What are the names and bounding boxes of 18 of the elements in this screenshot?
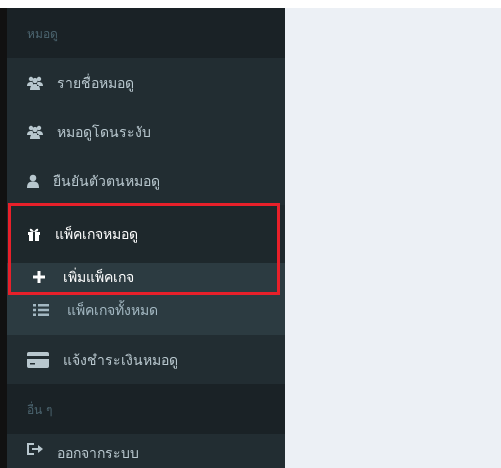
menu-item[interactable]: ยืนยันตัวตนหมอดู xyxy=(7,156,285,205)
submenu-item[interactable]: แพ็คเกจทั้งหมด xyxy=(7,290,285,335)
menu-item[interactable]: ออกจากระบบ xyxy=(7,434,285,468)
submenu-label: เพิ่มแพ็คเกจ xyxy=(63,266,134,288)
menu-label: ออกจากระบบ xyxy=(57,445,139,464)
menu-item[interactable]: หมอดูโดนระงับ xyxy=(7,107,285,156)
menu-item[interactable]: รายชื่อหมอดู xyxy=(7,58,285,107)
menu-label: แพ็คเกจหมอดู xyxy=(55,224,138,245)
menu-label: หมอดูโดนระงับ xyxy=(57,124,151,142)
section-header: อื่น ๆ xyxy=(7,384,285,434)
menu-item[interactable]: แจ้งชำระเงินหมอดู xyxy=(7,335,285,384)
menu-label: ยืนยันตัวตนหมอดู xyxy=(53,172,160,192)
menu-label: แจ้งชำระเงินหมอดู xyxy=(63,352,178,370)
menu-label: รายชื่อหมอดู xyxy=(57,72,134,94)
submenu-label: แพ็คเกจทั้งหมด xyxy=(67,298,158,320)
section-header: หมอดู xyxy=(7,8,285,58)
menu-item[interactable]: แพ็คเกจหมอดู xyxy=(7,205,285,263)
submenu-item[interactable]: เพิ่มแพ็คเกจ xyxy=(7,263,285,290)
